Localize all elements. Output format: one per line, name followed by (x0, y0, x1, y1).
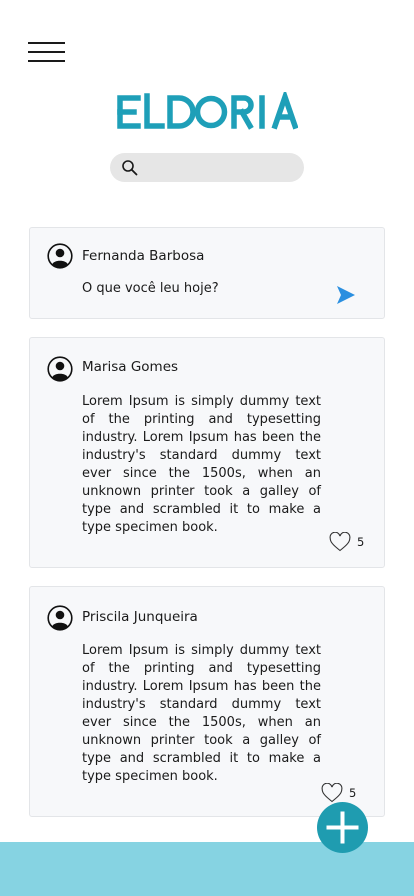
post-body: Lorem Ipsum is simply dummy text of the … (82, 394, 321, 535)
app-logo (0, 92, 414, 132)
like-button[interactable]: 5 (329, 532, 364, 552)
composer-author-name: Fernanda Barbosa (82, 248, 205, 264)
plus-icon (326, 811, 359, 844)
search-input[interactable] (144, 153, 294, 182)
like-count: 5 (357, 535, 365, 549)
add-post-button[interactable] (317, 802, 368, 853)
user-avatar-icon (47, 356, 73, 382)
user-avatar-icon (47, 243, 73, 269)
like-button[interactable]: 5 (321, 783, 356, 803)
post-author-name[interactable]: Marisa Gomes (82, 359, 178, 375)
heart-icon (329, 532, 351, 552)
like-count: 5 (349, 786, 357, 800)
search-icon (122, 160, 138, 176)
composer-card: Fernanda Barbosa O que você leu hoje? (29, 227, 385, 319)
user-avatar-icon (47, 605, 73, 631)
hamburger-menu-icon[interactable] (28, 40, 65, 64)
compose-prompt[interactable]: O que você leu hoje? (82, 281, 219, 296)
search-bar[interactable] (110, 153, 304, 182)
post-card: Marisa Gomes Lorem Ipsum is simply dummy… (29, 337, 385, 568)
heart-icon (321, 783, 343, 803)
post-card: Priscila Junqueira Lorem Ipsum is simply… (29, 586, 385, 817)
send-icon[interactable] (336, 285, 356, 305)
post-author-name[interactable]: Priscila Junqueira (82, 609, 198, 625)
post-body: Lorem Ipsum is simply dummy text of the … (82, 643, 321, 784)
